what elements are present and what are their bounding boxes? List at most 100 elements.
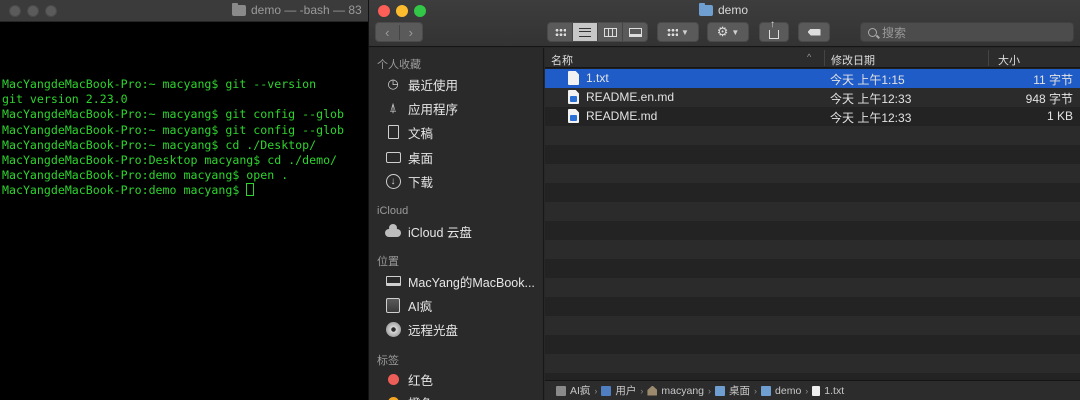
column-header: 名称 ^ 修改日期 大小	[545, 48, 1080, 68]
terminal-prompt-line[interactable]: MacYangdeMacBook-Pro:demo macyang$	[2, 183, 372, 198]
sidebar-item-macbook[interactable]: MacYang的MacBook...	[385, 270, 541, 292]
terminal-prompt: MacYangdeMacBook-Pro:demo macyang$	[2, 183, 247, 198]
file-size: 1 KB	[1046, 109, 1073, 123]
sidebar-item-documents[interactable]: 文稿	[385, 121, 541, 143]
columns-icon	[603, 27, 617, 37]
search-input[interactable]: 搜索	[860, 22, 1074, 42]
empty-row	[545, 126, 1080, 145]
file-name: README.en.md	[586, 90, 675, 104]
close-button[interactable]	[9, 5, 21, 17]
sidebar-header-locations: 位置	[377, 256, 399, 268]
file-row[interactable]: 1.txt 今天 上午1:15 11 字节	[545, 69, 1080, 88]
terminal-titlebar[interactable]: demo — -bash — 83	[0, 0, 372, 22]
terminal-line: MacYangdeMacBook-Pro:~ macyang$ git --ve…	[2, 77, 317, 91]
users-folder-icon	[601, 385, 612, 396]
list-view-button[interactable]	[573, 23, 598, 41]
file-date: 今天 上午1:15	[830, 73, 905, 87]
back-button[interactable]: ‹	[376, 24, 400, 40]
path-item[interactable]: macyang	[661, 385, 704, 397]
minimize-button[interactable]	[396, 5, 408, 17]
column-header-size[interactable]: 大小	[998, 52, 1020, 68]
sidebar-item-tag-orange[interactable]: 橙色	[385, 391, 541, 400]
column-divider[interactable]	[824, 50, 825, 66]
tag-icon	[807, 28, 821, 36]
close-button[interactable]	[378, 5, 390, 17]
sidebar-item-disk[interactable]: AI疯	[385, 294, 541, 316]
sidebar-item-remote-disc[interactable]: 远程光盘	[385, 318, 541, 340]
share-icon	[769, 20, 779, 39]
column-view-button[interactable]	[598, 23, 623, 41]
column-header-date[interactable]: 修改日期	[831, 52, 875, 68]
file-row[interactable]: README.md 今天 上午12:33 1 KB	[545, 107, 1080, 126]
sidebar-header-favorites: 个人收藏	[377, 59, 421, 71]
terminal-output[interactable]: MacYangdeMacBook-Pro:~ macyang$ git --ve…	[2, 77, 372, 199]
sidebar-item-label: 应用程序	[408, 102, 459, 117]
chevron-right-icon: ›	[594, 385, 598, 396]
zoom-button[interactable]	[414, 5, 426, 17]
finder-toolbar[interactable]: demo ‹ › ▼ ⚙ ▼ 搜索	[369, 0, 1080, 47]
path-item[interactable]: 1.txt	[824, 385, 844, 397]
zoom-button[interactable]	[45, 5, 57, 17]
tag-button[interactable]	[798, 22, 830, 42]
cd-icon	[385, 321, 401, 337]
terminal-line: MacYangdeMacBook-Pro:demo macyang$ open …	[2, 168, 289, 183]
empty-row	[545, 335, 1080, 354]
file-name: 1.txt	[586, 71, 609, 85]
path-item[interactable]: demo	[775, 385, 801, 397]
search-placeholder: 搜索	[882, 25, 907, 40]
chevron-right-icon: ›	[805, 385, 809, 396]
column-divider[interactable]	[988, 50, 989, 66]
file-list[interactable]: 名称 ^ 修改日期 大小 1.txt 今天 上午1:15 11 字节 READM…	[545, 48, 1080, 380]
cloud-icon	[385, 223, 401, 239]
terminal-line: MacYangdeMacBook-Pro:~ macyang$ git conf…	[2, 122, 345, 137]
window-title-text: demo	[718, 3, 749, 17]
navigation-buttons: ‹ ›	[375, 22, 423, 42]
path-item[interactable]: 用户	[615, 383, 636, 398]
terminal-window[interactable]: demo — -bash — 83 MacYangdeMacBook-Pro:~…	[0, 0, 372, 400]
chevron-down-icon: ▼	[731, 27, 740, 37]
path-bar: AI疯 › 用户 › macyang › 桌面 › demo › 1.txt	[545, 380, 1080, 400]
sort-ascending-icon: ^	[807, 52, 812, 62]
file-size: 948 字节	[1025, 92, 1073, 106]
path-item[interactable]: AI疯	[570, 383, 590, 398]
empty-row	[545, 259, 1080, 278]
sidebar-item-tag-red[interactable]: 红色	[385, 368, 541, 390]
grid-icon	[667, 27, 679, 37]
sidebar-item-label: 最近使用	[408, 78, 459, 93]
home-icon	[647, 385, 658, 396]
sidebar-item-recents[interactable]: ◷ 最近使用	[385, 73, 541, 95]
column-header-name[interactable]: 名称	[551, 52, 573, 68]
sidebar-item-label: 文稿	[408, 126, 434, 141]
sidebar-item-label: iCloud 云盘	[408, 225, 472, 240]
action-button[interactable]: ⚙ ▼	[707, 22, 749, 42]
path-item[interactable]: 桌面	[729, 383, 750, 398]
sidebar-item-icloud-drive[interactable]: iCloud 云盘	[385, 220, 541, 242]
folder-icon	[761, 385, 772, 396]
forward-button[interactable]: ›	[400, 25, 423, 40]
minimize-button[interactable]	[27, 5, 39, 17]
share-button[interactable]	[759, 20, 789, 42]
finder-window[interactable]: demo ‹ › ▼ ⚙ ▼ 搜索	[368, 0, 1080, 400]
file-row[interactable]: README.en.md 今天 上午12:33 948 字节	[545, 88, 1080, 107]
desktop-icon	[385, 149, 401, 165]
terminal-title: demo — -bash — 83	[232, 2, 362, 17]
sidebar-item-applications[interactable]: ⍋ 应用程序	[385, 97, 541, 119]
empty-row	[545, 202, 1080, 221]
file-date: 今天 上午12:33	[830, 92, 912, 106]
disk-icon	[556, 385, 566, 396]
arrange-button[interactable]: ▼	[657, 22, 699, 42]
tag-orange-icon	[385, 394, 401, 400]
chevron-right-icon: ›	[708, 385, 712, 396]
icon-view-button[interactable]	[548, 23, 573, 41]
empty-row	[545, 278, 1080, 297]
sidebar-item-label: 下载	[408, 175, 434, 190]
empty-row	[545, 373, 1080, 380]
sidebar-item-desktop[interactable]: 桌面	[385, 146, 541, 168]
sidebar-item-downloads[interactable]: ↓ 下载	[385, 170, 541, 192]
gear-icon: ⚙	[716, 24, 729, 39]
folder-icon	[232, 2, 246, 16]
disk-icon	[385, 297, 401, 313]
gallery-view-button[interactable]	[623, 23, 647, 41]
sidebar-header-tags: 标签	[377, 355, 399, 367]
terminal-line: MacYangdeMacBook-Pro:Desktop macyang$ cd…	[2, 152, 338, 167]
